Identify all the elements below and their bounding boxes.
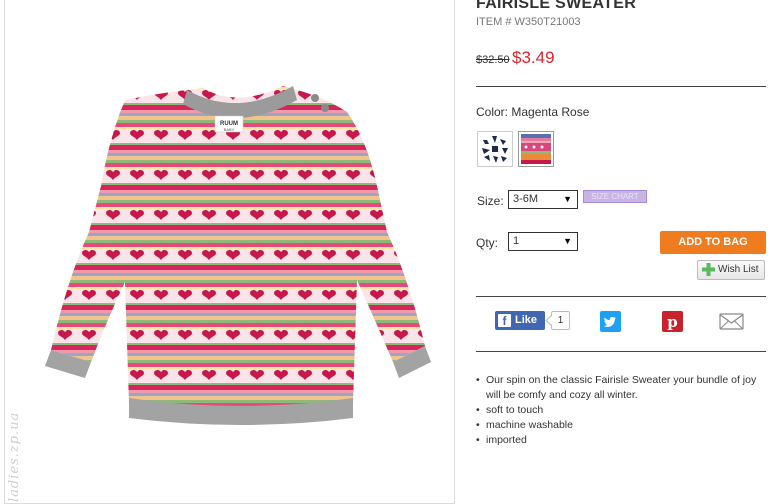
qty-selected-value: 1 [513, 235, 520, 247]
wish-list-label: Wish List [718, 264, 759, 275]
twitter-icon[interactable] [600, 311, 621, 332]
size-select[interactable]: 3-6M ▼ [508, 190, 578, 209]
description-item: Our spin on the classic Fairisle Sweater… [476, 373, 766, 403]
wish-list-button[interactable]: Wish List [697, 260, 765, 280]
divider [476, 351, 766, 352]
color-swatch-navy[interactable] [477, 131, 513, 167]
svg-text:p: p [667, 313, 678, 331]
add-to-bag-button[interactable]: ADD TO BAG [660, 231, 766, 254]
navy-snowflake-swatch-icon [480, 134, 510, 164]
product-image[interactable]: RUUM BABY [5, 0, 455, 504]
product-title: FAIRISLE SWEATER [476, 0, 637, 12]
pinterest-icon[interactable]: p [662, 311, 683, 332]
like-count: 1 [551, 311, 570, 330]
dropdown-arrow-icon: ▼ [563, 236, 572, 246]
magenta-fairisle-swatch-icon [521, 134, 551, 164]
product-image-panel: RUUM BABY ladies.zp.ua [4, 0, 455, 504]
facebook-like-button[interactable]: f Like [495, 311, 545, 330]
brand-tag-subtext: BABY [224, 127, 235, 132]
like-label: Like [515, 314, 538, 326]
item-number: ITEM # W350T21003 [476, 16, 581, 28]
size-selected-value: 3-6M [513, 193, 539, 205]
sale-price: $3.49 [512, 48, 555, 67]
description-item: machine washable [476, 418, 766, 433]
size-label: Size: [477, 194, 504, 208]
qty-label: Qty: [476, 236, 499, 250]
product-description: Our spin on the classic Fairisle Sweater… [476, 373, 766, 448]
size-chart-link[interactable]: SIZE CHART [583, 190, 647, 203]
facebook-icon: f [498, 314, 511, 328]
color-label: Color: Magenta Rose [476, 105, 590, 119]
description-item: soft to touch [476, 403, 766, 418]
original-price: $32.50 [476, 54, 510, 66]
qty-select[interactable]: 1 ▼ [508, 232, 578, 251]
divider [476, 86, 766, 87]
email-icon[interactable] [719, 311, 744, 332]
plus-icon [702, 263, 715, 276]
watermark: ladies.zp.ua [7, 411, 22, 502]
divider [476, 296, 766, 297]
description-item: imported [476, 433, 766, 448]
dropdown-arrow-icon: ▼ [563, 194, 572, 204]
color-swatch-magenta-rose[interactable] [518, 131, 554, 167]
